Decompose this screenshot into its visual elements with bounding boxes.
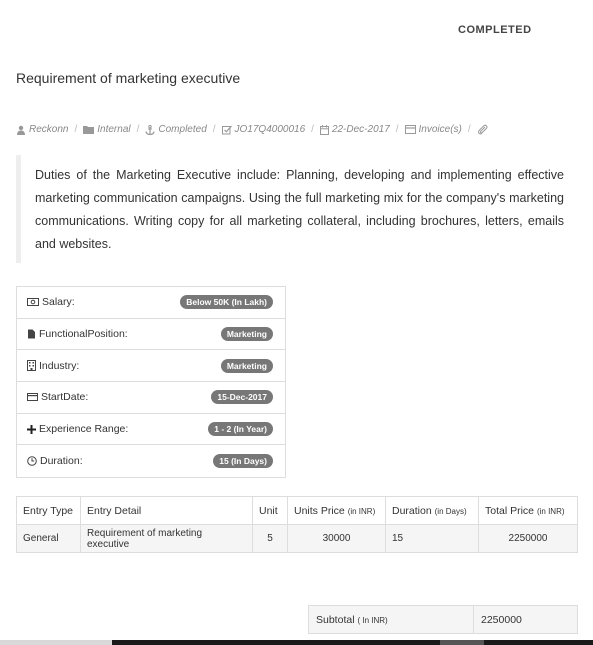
clock-icon	[27, 456, 37, 467]
header-total-price: Total Price (in INR)	[478, 496, 578, 525]
calendar-icon	[319, 124, 329, 135]
paperclip-icon[interactable]	[477, 124, 488, 135]
meta-date: 22-Dec-2017	[319, 124, 390, 135]
scrollbar-thumb[interactable]	[440, 640, 484, 645]
page-title: Requirement of marketing executive	[16, 70, 241, 86]
subtotal-row: Subtotal ( In INR) 2250000	[308, 605, 578, 634]
cell-units-price: 30000	[287, 524, 386, 553]
meta-type: Internal	[83, 124, 131, 135]
separator: /	[136, 124, 140, 135]
plus-icon	[27, 424, 36, 434]
cell-total-price: 2250000	[478, 524, 578, 553]
duration-badge: 15 (In Days)	[213, 454, 273, 469]
separator: /	[395, 124, 399, 135]
detail-row-duration: Duration: 15 (In Days)	[17, 445, 285, 477]
header-unit: Unit	[252, 496, 288, 525]
separator: /	[467, 124, 471, 135]
status-label: COMPLETED	[458, 24, 532, 36]
money-icon	[27, 298, 39, 307]
industry-badge: Marketing	[220, 358, 273, 373]
user-icon	[16, 125, 26, 135]
entries-table: Entry Type Entry Detail Unit Units Price…	[16, 496, 578, 553]
meta-state: Completed	[145, 124, 207, 135]
detail-row-start-date: StartDate: 15-Dec-2017	[17, 382, 285, 414]
header-entry-type: Entry Type	[16, 496, 81, 525]
cell-entry-detail: Requirement of marketing executive	[80, 524, 253, 553]
functional-position-badge: Marketing	[220, 327, 273, 342]
meta-company[interactable]: Reckonn	[16, 124, 68, 135]
building-icon	[27, 360, 36, 372]
start-date-badge: 15-Dec-2017	[211, 390, 273, 405]
separator: /	[311, 124, 314, 135]
cell-entry-type: General	[16, 524, 81, 553]
separator: /	[74, 124, 78, 135]
separator: /	[212, 124, 216, 135]
table-row: General Requirement of marketing executi…	[16, 524, 578, 553]
checkbox-icon	[221, 125, 232, 135]
scrollbar-track	[112, 640, 593, 645]
meta-job-id: JO17Q4000016	[221, 124, 305, 135]
detail-row-functional-position: FunctionalPosition: Marketing	[17, 319, 285, 351]
detail-row-salary: Salary: Below 50K (In Lakh)	[17, 287, 285, 319]
experience-badge: 1 - 2 (In Year)	[208, 422, 273, 437]
card-icon	[404, 125, 416, 134]
header-units-price: Units Price (in INR)	[287, 496, 386, 525]
cell-duration: 15	[385, 524, 479, 553]
header-entry-detail: Entry Detail	[80, 496, 253, 525]
horizontal-scrollbar[interactable]	[0, 640, 593, 645]
salary-badge: Below 50K (In Lakh)	[180, 295, 273, 310]
job-description: Duties of the Marketing Executive includ…	[16, 155, 578, 263]
subtotal-label: Subtotal ( In INR)	[308, 605, 474, 634]
file-icon	[27, 329, 36, 339]
table-header-row: Entry Type Entry Detail Unit Units Price…	[16, 496, 578, 525]
subtotal-value: 2250000	[473, 605, 578, 634]
card-icon	[27, 393, 38, 402]
job-details-panel: Salary: Below 50K (In Lakh) FunctionalPo…	[16, 286, 286, 479]
meta-invoices-link[interactable]: Invoice(s)	[404, 124, 462, 135]
detail-row-industry: Industry: Marketing	[17, 350, 285, 383]
detail-row-experience: Experience Range: 1 - 2 (In Year)	[17, 414, 285, 446]
meta-bar: Reckonn / Internal / Completed / JO17Q40…	[16, 124, 488, 135]
header-duration: Duration (in Days)	[385, 496, 479, 525]
cell-unit: 5	[252, 524, 288, 553]
subtotal-table: Subtotal ( In INR) 2250000	[308, 605, 578, 634]
anchor-icon	[145, 124, 155, 135]
folder-icon	[83, 125, 95, 134]
